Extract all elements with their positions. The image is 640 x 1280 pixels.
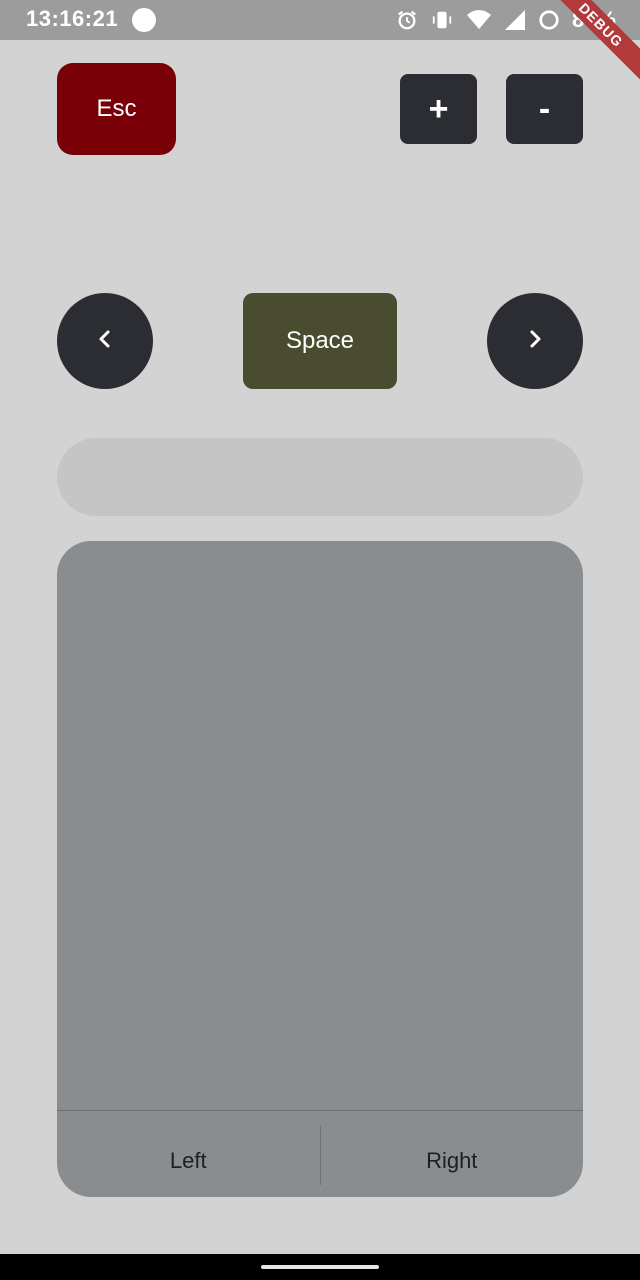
chevron-right-icon bbox=[525, 329, 545, 354]
system-nav-bar bbox=[0, 1254, 640, 1280]
keyboard-text-input[interactable] bbox=[57, 438, 583, 516]
vibrate-icon bbox=[430, 9, 454, 31]
mouse-click-bar: Left Right bbox=[57, 1110, 583, 1197]
status-bar: 13:16:21 84% bbox=[0, 0, 640, 40]
text-input-container bbox=[57, 438, 583, 516]
record-dot-icon bbox=[132, 8, 156, 32]
chevron-left-icon bbox=[95, 329, 115, 354]
next-button[interactable] bbox=[487, 293, 583, 389]
zoom-in-button[interactable]: + bbox=[400, 74, 477, 144]
left-click-button[interactable]: Left bbox=[57, 1111, 320, 1197]
space-button[interactable]: Space bbox=[243, 293, 397, 389]
previous-button[interactable] bbox=[57, 293, 153, 389]
esc-button[interactable]: Esc bbox=[57, 63, 176, 155]
alarm-icon bbox=[396, 9, 418, 31]
battery-ring-icon bbox=[538, 9, 560, 31]
status-time: 13:16:21 bbox=[26, 6, 119, 31]
signal-icon bbox=[504, 9, 526, 31]
touchpad: Left Right bbox=[57, 541, 583, 1197]
home-gesture-handle[interactable] bbox=[261, 1265, 379, 1269]
wifi-icon bbox=[466, 9, 492, 31]
touchpad-surface[interactable] bbox=[57, 541, 583, 1110]
zoom-out-button[interactable]: - bbox=[506, 74, 583, 144]
right-click-button[interactable]: Right bbox=[321, 1111, 584, 1197]
